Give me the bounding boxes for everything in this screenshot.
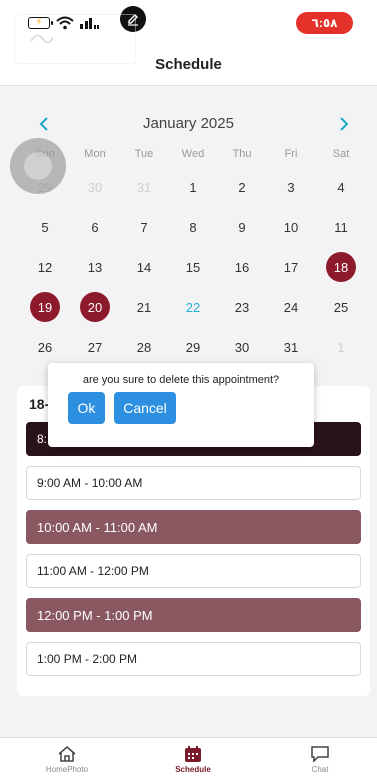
time-slot[interactable]: 11:00 AM - 12:00 PM bbox=[26, 554, 361, 588]
calendar-day[interactable]: 17 bbox=[276, 252, 306, 282]
weekday-label: Sat bbox=[332, 148, 350, 160]
calendar: January 2025 SunMonTueWedThuFriSat 29303… bbox=[0, 86, 377, 376]
month-label: January 2025 bbox=[143, 115, 234, 132]
delete-confirmation-dialog: are you sure to delete this appointment?… bbox=[48, 363, 314, 447]
calendar-day[interactable]: 2 bbox=[227, 172, 257, 202]
calendar-day[interactable]: 25 bbox=[326, 292, 356, 322]
calendar-day[interactable]: 22 bbox=[178, 292, 208, 322]
bottom-tab-bar: HomePhoto Schedule Chat bbox=[0, 737, 377, 777]
calendar-day[interactable]: 15 bbox=[178, 252, 208, 282]
calendar-day[interactable]: 7 bbox=[129, 212, 159, 242]
weekday-label: Wed bbox=[181, 148, 205, 160]
calendar-day[interactable]: 11 bbox=[326, 212, 356, 242]
calendar-day[interactable]: 18 bbox=[326, 252, 356, 282]
calendar-day[interactable]: 3 bbox=[276, 172, 306, 202]
calendar-day[interactable]: 30 bbox=[227, 332, 257, 362]
calendar-day[interactable]: 10 bbox=[276, 212, 306, 242]
home-icon bbox=[58, 746, 76, 762]
page-title: Schedule bbox=[155, 56, 222, 73]
calendar-day[interactable]: 29 bbox=[178, 332, 208, 362]
time-slot[interactable]: 12:00 PM - 1:00 PM bbox=[26, 598, 361, 632]
calendar-day[interactable]: 30 bbox=[80, 172, 110, 202]
next-month-button[interactable] bbox=[332, 112, 356, 136]
status-time: ٦:٥٨ bbox=[296, 12, 353, 34]
tab-label: HomePhoto bbox=[45, 765, 89, 774]
weekday-label: Mon bbox=[84, 148, 106, 160]
calendar-day[interactable]: 16 bbox=[227, 252, 257, 282]
cancel-button[interactable]: Cancel bbox=[114, 392, 176, 424]
month-navigation: January 2025 bbox=[0, 112, 377, 136]
tab-label: Schedule bbox=[175, 765, 211, 774]
calendar-day[interactable]: 1 bbox=[178, 172, 208, 202]
tab-label: Chat bbox=[311, 765, 329, 774]
time-slot[interactable]: 10:00 AM - 11:00 AM bbox=[26, 510, 361, 544]
ok-button[interactable]: Ok bbox=[68, 392, 105, 424]
chevron-right-icon bbox=[340, 117, 349, 131]
calendar-day[interactable]: 31 bbox=[276, 332, 306, 362]
calendar-day[interactable]: 21 bbox=[129, 292, 159, 322]
calendar-day[interactable]: 24 bbox=[276, 292, 306, 322]
calendar-day[interactable]: 23 bbox=[227, 292, 257, 322]
chat-bubble-icon bbox=[311, 746, 329, 763]
weekday-label: Fri bbox=[284, 148, 298, 160]
calendar-day[interactable]: 4 bbox=[326, 172, 356, 202]
calendar-day[interactable]: 31 bbox=[129, 172, 159, 202]
dialog-message: are you sure to delete this appointment? bbox=[82, 374, 280, 386]
calendar-day[interactable]: 19 bbox=[30, 292, 60, 322]
time-slot[interactable]: 1:00 PM - 2:00 PM bbox=[26, 642, 361, 676]
calendar-icon bbox=[185, 746, 201, 762]
calendar-day[interactable]: 27 bbox=[80, 332, 110, 362]
tab-chat[interactable]: Chat bbox=[280, 738, 360, 777]
time-slot[interactable]: 9:00 AM - 10:00 AM bbox=[26, 466, 361, 500]
weekday-label: Tue bbox=[134, 148, 154, 160]
tab-homephoto[interactable]: HomePhoto bbox=[27, 738, 107, 777]
calendar-day[interactable]: 8 bbox=[178, 212, 208, 242]
calendar-day[interactable]: 9 bbox=[227, 212, 257, 242]
calendar-day[interactable]: 20 bbox=[80, 292, 110, 322]
calendar-day[interactable]: 26 bbox=[30, 332, 60, 362]
top-header: Schedule bbox=[0, 14, 377, 86]
selected-date-heading: 18- bbox=[29, 396, 50, 412]
calendar-day[interactable]: 12 bbox=[30, 252, 60, 282]
tab-schedule[interactable]: Schedule bbox=[153, 738, 233, 777]
calendar-day[interactable]: 1 bbox=[326, 332, 356, 362]
calendar-day[interactable]: 6 bbox=[80, 212, 110, 242]
calendar-day[interactable]: 13 bbox=[80, 252, 110, 282]
touch-indicator bbox=[10, 138, 66, 194]
calendar-day[interactable]: 28 bbox=[129, 332, 159, 362]
calendar-day[interactable]: 14 bbox=[129, 252, 159, 282]
weekday-label: Thu bbox=[232, 148, 252, 160]
calendar-day[interactable]: 5 bbox=[30, 212, 60, 242]
